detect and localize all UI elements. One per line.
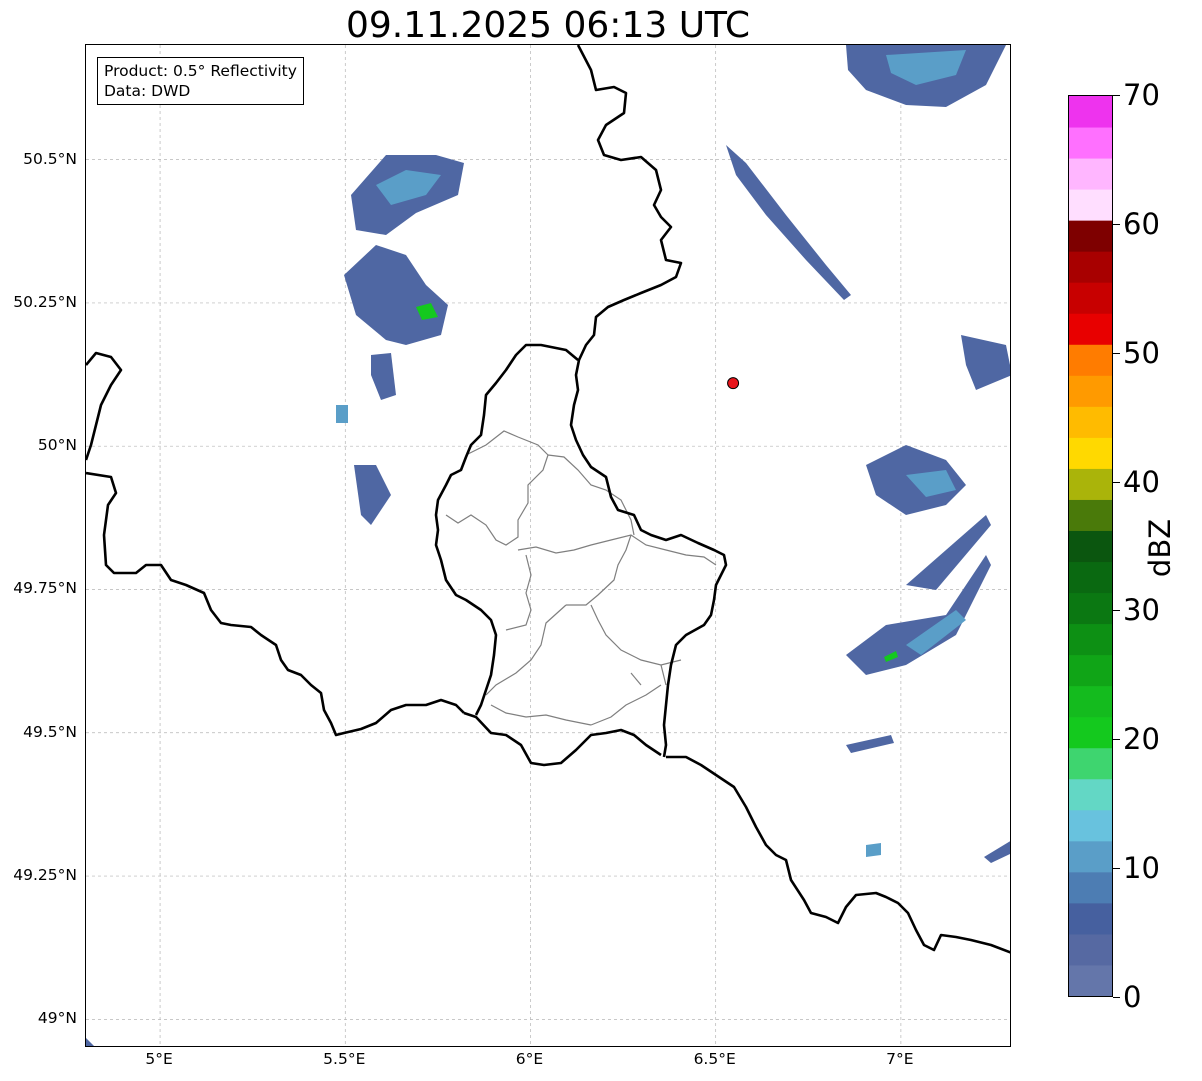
longitude-tick-label: 5.5°E (323, 1050, 366, 1068)
colorbar-swatch (1069, 189, 1112, 221)
colorbar-swatch (1069, 778, 1112, 811)
colorbar-swatch (1069, 282, 1112, 314)
echo-west-dots (336, 405, 348, 423)
internal-boundaries (445, 430, 717, 726)
colorbar-tick-label: 10 (1123, 851, 1160, 886)
echo-southwest-corner (86, 1038, 94, 1046)
colorbar-tick-mark (1113, 868, 1120, 870)
product-label: Product: 0.5° Reflectivity (104, 62, 297, 80)
echo-east-small-1 (846, 735, 894, 753)
colorbar-tick-label: 40 (1123, 464, 1160, 499)
colorbar-swatch (1069, 933, 1112, 966)
colorbar-tick-mark (1113, 95, 1120, 96)
colorbar-swatch (1069, 592, 1112, 625)
colorbar-swatch (1069, 561, 1112, 594)
map-canvas (86, 45, 1010, 1046)
colorbar-swatch (1069, 406, 1112, 438)
graticule (86, 45, 1010, 1046)
radar-echoes (86, 45, 1010, 1046)
colorbar-swatch (1069, 654, 1112, 687)
colorbar-swatch (1069, 871, 1112, 904)
colorbar-swatch (1069, 158, 1112, 190)
colorbar-tick-mark (1113, 610, 1120, 612)
colorbar-swatch (1069, 313, 1112, 345)
colorbar-swatch (1069, 840, 1112, 873)
echo-north-strand (726, 145, 851, 300)
colorbar-tick-mark (1113, 739, 1120, 741)
echo-east-upper (961, 335, 1010, 390)
colorbar-swatch (1069, 685, 1112, 718)
colorbar-label: dBZ (1143, 518, 1177, 578)
longitude-tick-label: 6°E (515, 1050, 544, 1068)
colorbar-swatch (1069, 468, 1112, 500)
colorbar-swatch (1069, 127, 1112, 159)
echo-east-small-2 (866, 843, 881, 857)
colorbar-swatch (1069, 964, 1112, 996)
radar-map[interactable] (85, 44, 1011, 1047)
colorbar-tick-label: 20 (1123, 722, 1160, 757)
longitude-tick-label: 7°E (886, 1050, 914, 1068)
latitude-tick-label: 49.25°N (13, 866, 77, 885)
colorbar-swatches (1069, 96, 1112, 996)
colorbar-tick-mark (1113, 481, 1120, 483)
colorbar-tick-mark (1113, 997, 1120, 998)
colorbar-tick-mark (1113, 352, 1120, 354)
colorbar-swatch (1069, 623, 1112, 656)
colorbar-tick-label: 50 (1123, 335, 1160, 370)
colorbar-swatch (1069, 344, 1112, 376)
colorbar-tick-label: 30 (1123, 593, 1160, 628)
colorbar-swatch (1069, 902, 1112, 935)
longitude-tick-label: 5°E (145, 1050, 173, 1068)
radar-site-marker[interactable] (727, 377, 740, 390)
longitude-tick-label: 6.5°E (693, 1050, 736, 1068)
colorbar-swatch (1069, 251, 1112, 283)
echo-northwest-mid (344, 245, 448, 345)
colorbar-tick-label: 0 (1123, 980, 1142, 1014)
colorbar-swatch (1069, 220, 1112, 252)
latitude-tick-label: 50.5°N (23, 149, 77, 168)
colorbar-swatch (1069, 716, 1112, 749)
data-source-label: Data: DWD (104, 82, 191, 100)
latitude-tick-label: 50.25°N (13, 292, 77, 311)
colorbar-swatch (1069, 530, 1112, 563)
colorbar-swatch (1069, 499, 1112, 531)
colorbar-tick-mark (1113, 223, 1120, 225)
colorbar-swatch (1069, 809, 1112, 842)
echo-west-strip (354, 465, 391, 525)
latitude-tick-label: 49.5°N (23, 722, 77, 741)
colorbar-tick-label: 70 (1123, 78, 1160, 112)
colorbar (1068, 95, 1113, 997)
colorbar-swatch (1069, 747, 1112, 780)
map-title: 09.11.2025 06:13 UTC (345, 5, 751, 46)
echo-east-band-3 (846, 555, 991, 675)
info-box: Product: 0.5° Reflectivity Data: DWD (97, 57, 304, 105)
echo-northwest-low (371, 353, 396, 400)
latitude-tick-label: 49°N (37, 1009, 77, 1028)
national-borders (86, 45, 1010, 954)
colorbar-swatch (1069, 437, 1112, 469)
colorbar-swatch (1069, 96, 1112, 128)
echo-east-small-3 (984, 841, 1010, 863)
latitude-tick-label: 50°N (37, 436, 77, 455)
latitude-tick-label: 49.75°N (13, 579, 77, 598)
colorbar-swatch (1069, 375, 1112, 407)
colorbar-tick-label: 60 (1123, 206, 1160, 241)
